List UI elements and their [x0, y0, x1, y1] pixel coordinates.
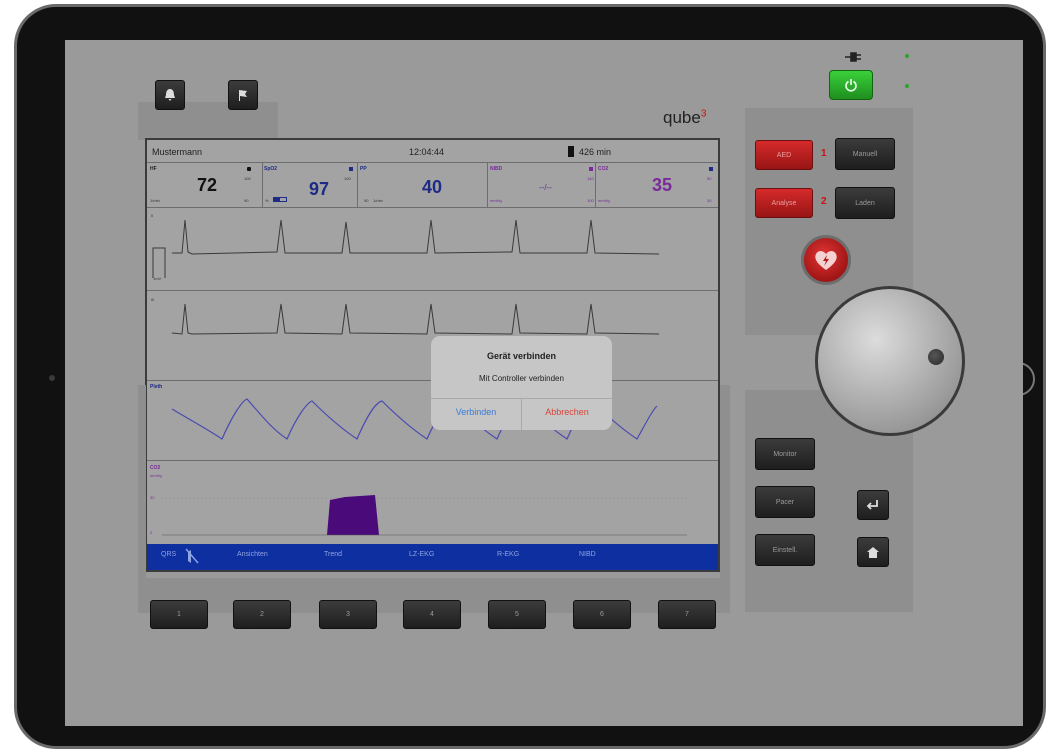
spo2-alarm-low: 90 [244, 198, 249, 203]
analyse-button[interactable]: Analyse [755, 188, 813, 218]
menu-nibd[interactable]: NIBD [579, 551, 596, 558]
manuell-button[interactable]: Manuell [835, 138, 895, 170]
battery-icon [568, 146, 574, 157]
clock: 12:04:44 [409, 147, 445, 157]
co2-bell-icon [589, 167, 593, 171]
ecg-wave-1 [152, 219, 660, 278]
co2-bell-right-icon [709, 167, 713, 171]
left-monitor-bezel [138, 385, 146, 580]
nibd-unit: mmHg [490, 198, 502, 203]
spo2-alarm-high: 100 [244, 176, 251, 181]
rotary-knob[interactable] [815, 286, 965, 436]
dialog-confirm-button[interactable]: Verbinden [431, 407, 521, 417]
brand-superscript: 3 [700, 108, 707, 120]
co2-wave [162, 495, 687, 536]
flag-icon [239, 90, 247, 101]
pp-alarm-low: 50 [364, 198, 369, 203]
vitals-sep-3 [487, 163, 488, 207]
menu-r-ekg[interactable]: R-EKG [497, 551, 519, 558]
bell-icon [165, 89, 175, 101]
hf-label: HF [150, 166, 157, 172]
led-indicator-top [905, 54, 909, 58]
nibd-value: --/-- [539, 183, 552, 192]
vitals-sep-1 [262, 163, 263, 207]
menu-qrs[interactable]: QRS [161, 551, 176, 558]
pp-alarm-high: 100 [344, 176, 351, 181]
heart-shock-icon [815, 251, 837, 270]
qrs-mute-icon[interactable] [185, 548, 199, 564]
bell-button[interactable] [155, 80, 185, 110]
softkey-6[interactable]: 6 [573, 600, 631, 629]
calibration-pulse [152, 247, 166, 278]
front-camera [49, 375, 55, 381]
dialog-title: Gerät verbinden [486, 351, 557, 361]
led-indicator-bottom [905, 84, 909, 88]
home-icon [867, 547, 879, 558]
menu-ansichten[interactable]: Ansichten [237, 551, 268, 558]
analyse-step-number: 2 [821, 196, 827, 207]
menu-lz-ekg[interactable]: LZ-EKG [409, 551, 434, 558]
softkey-2[interactable]: 2 [233, 600, 291, 629]
hf-unit: 1/min [150, 198, 160, 203]
softkey-7[interactable]: 7 [658, 600, 716, 629]
pp-value: 40 [422, 177, 443, 197]
menu-trend[interactable]: Trend [324, 551, 342, 558]
hf-value: 72 [197, 175, 218, 195]
right-monitor-bezel [720, 385, 730, 580]
return-arrow-icon [866, 500, 878, 510]
co2-value: 35 [652, 175, 673, 195]
co2-label: CO2 [598, 166, 609, 172]
signal-bar [273, 197, 287, 202]
aed-button[interactable]: AED [755, 140, 813, 170]
nibd-alarm-high: 140 [587, 176, 594, 181]
spo2-value: 97 [309, 179, 330, 199]
home-screen-button[interactable] [857, 537, 889, 567]
menu-bar: QRS Ansichten Trend LZ-EKG R-EKG NIBD [147, 544, 718, 570]
softkey-4[interactable]: 4 [403, 600, 461, 629]
laden-button[interactable]: Laden [835, 187, 895, 219]
softkey-1[interactable]: 1 [150, 600, 208, 629]
co2-unit: mmHg [598, 198, 610, 203]
brand-name: qube [663, 108, 701, 127]
bell-small-icon [247, 167, 251, 171]
dialog-message: Mit Controller verbinden [479, 374, 564, 383]
vitals-sep-4 [595, 163, 596, 207]
return-button[interactable] [857, 490, 889, 520]
monitor-button[interactable]: Monitor [755, 438, 815, 470]
einstell-button[interactable]: Einstell. [755, 534, 815, 566]
pp-label: PP [360, 166, 367, 172]
softkey-3[interactable]: 3 [319, 600, 377, 629]
co2-alarm-high: 50 [707, 176, 712, 181]
softkey-5[interactable]: 5 [488, 600, 546, 629]
pacer-button[interactable]: Pacer [755, 486, 815, 518]
power-button[interactable] [829, 70, 873, 100]
patient-name: Mustermann [152, 147, 203, 157]
aed-step-number: 1 [821, 148, 827, 159]
dialog-cancel-button[interactable]: Abbrechen [522, 407, 612, 417]
vitals-sep-2 [357, 163, 358, 207]
app-screen: qube3 Mustermann 12:04:44 426 min HF 72 … [65, 40, 1023, 726]
knob-dimple [928, 349, 944, 365]
vitals-row: HF 72 1/min 100 90 SpO2 97 % 100 50 PP 4… [147, 163, 718, 207]
power-icon [845, 79, 857, 92]
spo2-label: SpO2 [264, 166, 278, 172]
co2-alarm-low: 30 [707, 198, 712, 203]
connect-dialog: Gerät verbinden Mit Controller verbinden… [431, 336, 612, 430]
pp-unit: 1/min [373, 198, 383, 203]
plug-icon [843, 50, 863, 62]
spo2-unit: % [265, 198, 269, 203]
pp-bell-icon [349, 167, 353, 171]
shock-button[interactable] [801, 235, 851, 285]
brand-logo: qube3 [663, 108, 706, 128]
battery-time: 426 min [579, 147, 612, 157]
alarm-flag-button[interactable] [228, 80, 258, 110]
nibd-label: NIBD [490, 166, 503, 172]
nibd-alarm-low: 100 [587, 198, 594, 203]
